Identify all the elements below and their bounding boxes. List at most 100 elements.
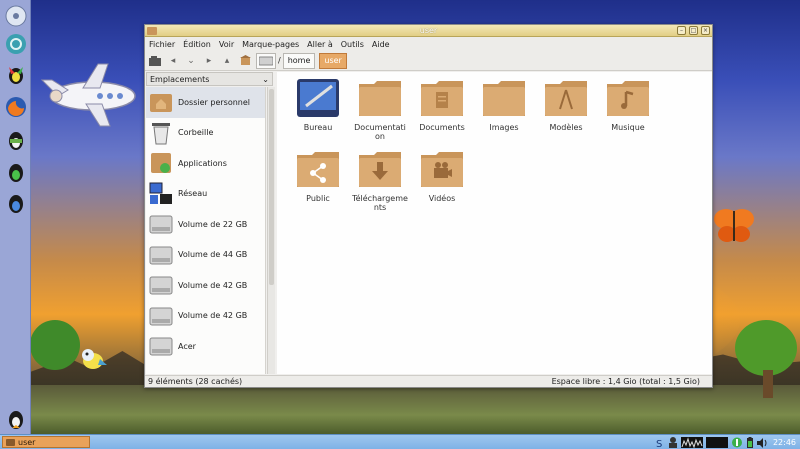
place-home[interactable]: Dossier personnel: [146, 87, 265, 118]
network-sync-icon[interactable]: [4, 32, 27, 55]
file-item-documentation[interactable]: Documentation: [349, 78, 411, 141]
places-header[interactable]: Emplacements ⌄: [146, 72, 273, 86]
menu-fichier[interactable]: Fichier: [149, 40, 175, 49]
folder-icon: [359, 81, 401, 116]
file-item-documents[interactable]: Documents: [411, 78, 473, 132]
toolbar: ◂ ⌄ ▸ ▴ / home user: [145, 51, 712, 71]
battery-icon[interactable]: [746, 437, 754, 448]
desktop-folder-icon: [297, 79, 339, 117]
file-item-telechargements[interactable]: Téléchargements: [349, 149, 411, 212]
user-icon[interactable]: [668, 437, 678, 448]
sync-icon[interactable]: S: [655, 437, 665, 448]
bird-decoration: [82, 349, 107, 369]
file-label: Vidéos: [428, 194, 456, 203]
airplane-decoration: [40, 63, 136, 127]
window-titlebar[interactable]: user – □ ×: [145, 25, 712, 37]
video-folder-icon: [421, 152, 463, 187]
file-item-public[interactable]: Public: [287, 149, 349, 203]
close-button[interactable]: ×: [701, 26, 710, 35]
wallpaper-tree-right: [735, 320, 797, 376]
file-manager-window: user – □ × Fichier Édition Voir Marque-p…: [144, 24, 713, 388]
scrollbar-thumb[interactable]: [269, 89, 274, 285]
place-label: Volume de 44 GB: [178, 250, 248, 260]
applications-icon: [148, 150, 174, 176]
taskbar: user S 22:46: [0, 434, 800, 449]
menu-voir[interactable]: Voir: [219, 40, 234, 49]
mint-tux-icon[interactable]: [4, 128, 27, 151]
wallpaper-tree-left: [30, 320, 80, 370]
path-root-drive[interactable]: [256, 52, 276, 69]
tux-colorful-icon[interactable]: [4, 62, 27, 85]
tux-green-icon[interactable]: [4, 160, 27, 183]
file-item-videos[interactable]: Vidéos: [411, 149, 473, 203]
menu-marque-pages[interactable]: Marque-pages: [242, 40, 299, 49]
forward-icon[interactable]: ▸: [202, 54, 216, 68]
menu-edition[interactable]: Édition: [183, 40, 211, 49]
file-label: Téléchargements: [352, 194, 408, 212]
place-label: Corbeille: [178, 128, 214, 138]
tux-blue-icon[interactable]: [4, 191, 27, 214]
file-label: Musique: [611, 123, 645, 132]
taskbar-window-button[interactable]: user: [2, 436, 90, 448]
place-acer[interactable]: Acer: [146, 331, 265, 362]
launcher-dock: [0, 0, 31, 434]
file-item-bureau[interactable]: Bureau: [287, 78, 349, 132]
place-volume-42-b[interactable]: Volume de 42 GB: [146, 301, 265, 332]
file-label: Documentation: [354, 123, 406, 141]
menu-outils[interactable]: Outils: [341, 40, 364, 49]
place-network[interactable]: Réseau: [146, 179, 265, 210]
place-label: Dossier personnel: [178, 97, 251, 107]
network-icon: [148, 181, 174, 207]
templates-folder-icon: [545, 81, 587, 116]
window-title: user: [419, 26, 438, 35]
back-icon[interactable]: ◂: [166, 54, 180, 68]
up-icon[interactable]: ▴: [220, 54, 234, 68]
path-crumb-home[interactable]: home: [282, 52, 316, 69]
cpu-graph-icon[interactable]: [680, 437, 703, 448]
home-folder-icon: [148, 89, 174, 115]
place-label: Volume de 42 GB: [178, 280, 248, 290]
new-tab-icon[interactable]: [148, 54, 162, 68]
place-label: Réseau: [178, 189, 208, 199]
memory-graph-icon[interactable]: [705, 437, 728, 448]
network-status-icon[interactable]: [731, 437, 743, 448]
place-volume-42-a[interactable]: Volume de 42 GB: [146, 270, 265, 301]
wallpaper-ground: [30, 385, 800, 435]
clock[interactable]: 22:46: [773, 438, 796, 447]
status-bar: 9 éléments (28 cachés) Espace libre : 1,…: [145, 375, 712, 387]
tux-menu-icon[interactable]: [4, 407, 27, 430]
file-label: Modèles: [549, 123, 583, 132]
sidebar-scrollbar[interactable]: [267, 87, 275, 374]
place-volume-22[interactable]: Volume de 22 GB: [146, 209, 265, 240]
volume-icon[interactable]: [756, 437, 768, 448]
place-trash[interactable]: Corbeille: [146, 118, 265, 149]
documents-folder-icon: [421, 81, 463, 116]
firefox-icon[interactable]: [4, 95, 27, 118]
file-item-images[interactable]: Images: [473, 78, 535, 132]
svg-text:S: S: [656, 439, 662, 448]
butterfly-decoration: [714, 209, 754, 242]
place-label: Acer: [178, 341, 196, 351]
home-icon[interactable]: [238, 54, 252, 68]
disk-icon[interactable]: [4, 4, 27, 27]
places-sidebar: Dossier personnel Corbeille Applications…: [146, 87, 266, 374]
file-item-musique[interactable]: Musique: [597, 78, 659, 132]
minimize-button[interactable]: –: [677, 26, 686, 35]
drive-icon: [148, 272, 174, 298]
place-label: Applications: [178, 158, 227, 168]
drive-icon: [148, 211, 174, 237]
music-folder-icon: [607, 81, 649, 116]
file-item-modeles[interactable]: Modèles: [535, 78, 597, 132]
drive-icon: [148, 242, 174, 268]
share-folder-icon: [297, 152, 339, 187]
trash-icon: [148, 120, 174, 146]
path-crumb-user[interactable]: user: [319, 52, 347, 69]
file-view: Bureau Documentation Documents Images Mo…: [277, 72, 712, 374]
maximize-button[interactable]: □: [689, 26, 698, 35]
file-label: Bureau: [303, 123, 333, 132]
place-applications[interactable]: Applications: [146, 148, 265, 179]
chevron-down-icon[interactable]: ⌄: [184, 54, 198, 68]
menu-aller-a[interactable]: Aller à: [307, 40, 333, 49]
place-volume-44[interactable]: Volume de 44 GB: [146, 240, 265, 271]
menu-aide[interactable]: Aide: [372, 40, 390, 49]
